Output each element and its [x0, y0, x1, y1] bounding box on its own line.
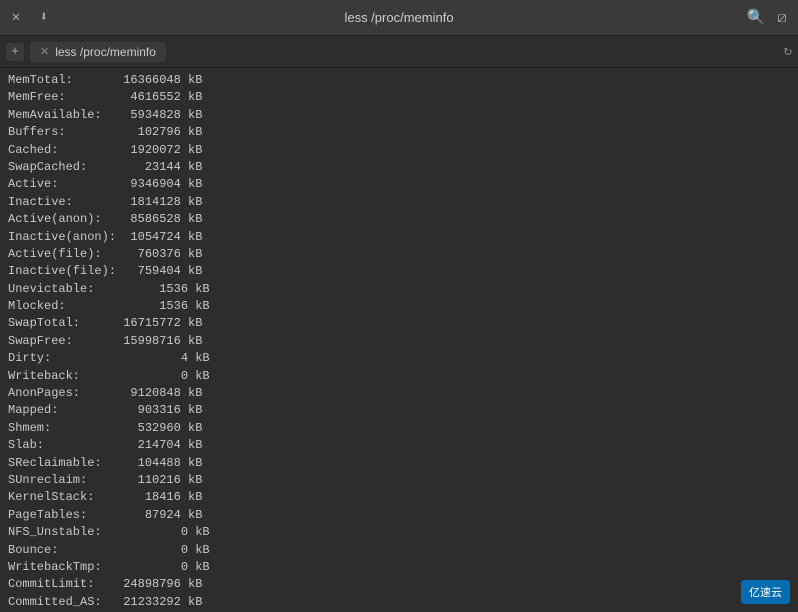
terminal-content: MemTotal: 16366048 kB MemFree: 4616552 k…	[0, 68, 798, 612]
title-bar: ✕ ⬇ less /proc/meminfo 🔍 ⧄	[0, 0, 798, 36]
close-icon[interactable]: ✕	[8, 10, 24, 26]
search-icon[interactable]: 🔍	[748, 10, 764, 26]
title-bar-icons: ✕ ⬇	[8, 10, 52, 26]
add-tab-button[interactable]: +	[6, 43, 24, 61]
expand-icon[interactable]: ⧄	[774, 10, 790, 26]
tab-item[interactable]: ✕ less /proc/meminfo	[30, 42, 166, 62]
watermark-text: 亿速云	[749, 584, 782, 600]
tab-bar-left: + ✕ less /proc/meminfo	[6, 42, 166, 62]
tab-bar: + ✕ less /proc/meminfo ↻	[0, 36, 798, 68]
window-title: less /proc/meminfo	[344, 10, 453, 25]
download-icon[interactable]: ⬇	[36, 10, 52, 26]
tab-name-label: less /proc/meminfo	[55, 45, 156, 59]
tab-close-icon[interactable]: ✕	[40, 45, 49, 58]
history-icon[interactable]: ↻	[784, 43, 792, 60]
watermark: 亿速云	[741, 580, 790, 604]
meminfo-output: MemTotal: 16366048 kB MemFree: 4616552 k…	[8, 72, 790, 612]
title-bar-actions: 🔍 ⧄	[748, 10, 790, 26]
